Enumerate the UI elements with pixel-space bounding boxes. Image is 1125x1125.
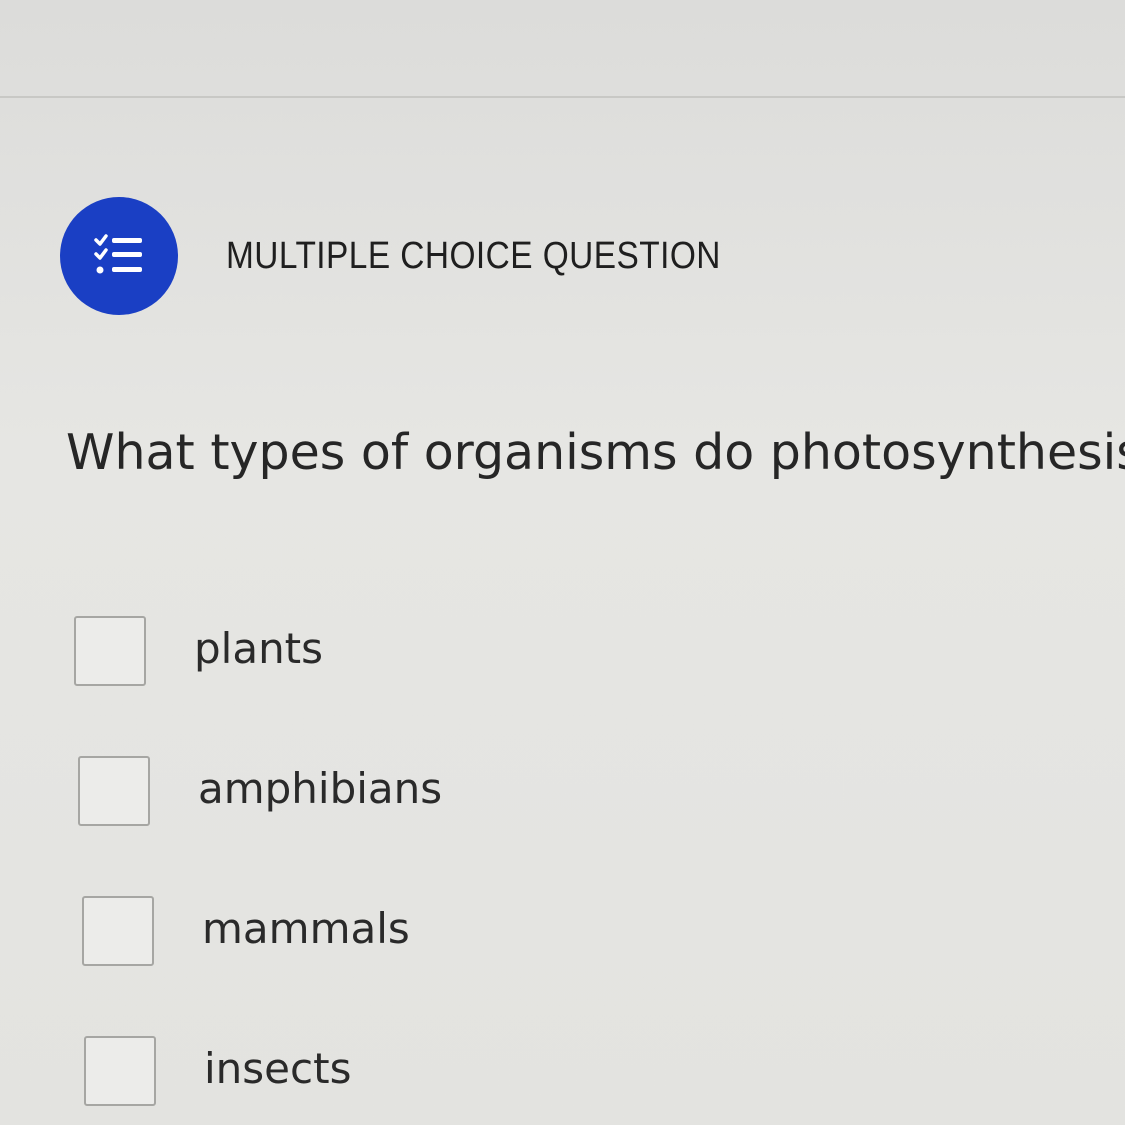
question-header: MULTIPLE CHOICE QUESTION <box>60 196 788 316</box>
option-label: amphibians <box>198 764 443 813</box>
option-mammals[interactable]: mammals <box>82 896 1082 1036</box>
option-insects[interactable]: insects <box>84 1036 1084 1125</box>
option-plants[interactable]: plants <box>74 616 1074 756</box>
option-checkbox[interactable] <box>78 756 150 826</box>
top-divider <box>0 96 1125 98</box>
option-label: plants <box>194 624 324 673</box>
option-label: insects <box>204 1044 352 1093</box>
option-checkbox[interactable] <box>84 1036 156 1106</box>
option-label: mammals <box>202 904 410 953</box>
option-amphibians[interactable]: amphibians <box>78 756 1078 896</box>
answer-options: plants amphibians mammals insects <box>74 616 1074 1125</box>
question-text: What types of organisms do photosynthesi… <box>66 424 1125 481</box>
question-type-badge <box>60 197 178 315</box>
option-checkbox[interactable] <box>82 896 154 966</box>
option-checkbox[interactable] <box>74 616 146 686</box>
checklist-icon <box>94 234 142 274</box>
question-type-label: MULTIPLE CHOICE QUESTION <box>226 234 721 277</box>
